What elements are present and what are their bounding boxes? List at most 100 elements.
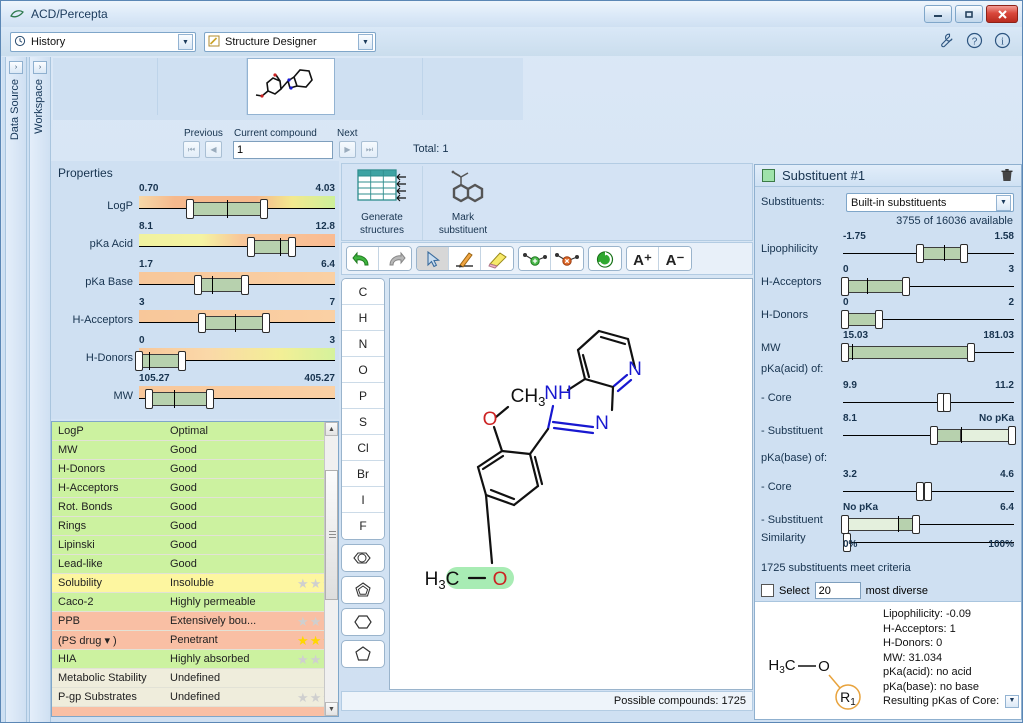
substituent-slider-h-donors[interactable]: H-Donors 0 2 xyxy=(755,297,1021,330)
table-row[interactable]: Metabolic Stability Undefined xyxy=(52,669,338,688)
first-compound-button[interactable]: ⏮ xyxy=(183,141,200,158)
rating-star[interactable]: ★ xyxy=(310,653,322,666)
scrollbar-thumb[interactable] xyxy=(325,470,338,600)
thumbnail-cell[interactable] xyxy=(158,58,247,115)
thumbnail-cell-selected[interactable] xyxy=(247,58,335,115)
table-row[interactable]: PPBExtensively bou...★★★ xyxy=(52,612,338,631)
substituent-slider--core[interactable]: - Core 9.9 11.2 xyxy=(755,380,1021,413)
refresh-cycle-icon[interactable] xyxy=(589,247,621,270)
table-row[interactable]: SolubilityInsoluble★★★ xyxy=(52,574,338,593)
slider-track[interactable] xyxy=(841,310,1014,330)
select-diverse-checkbox[interactable] xyxy=(761,584,774,597)
decrease-font-icon[interactable]: A⁻ xyxy=(659,247,691,270)
scroll-down-icon[interactable]: ▼ xyxy=(325,702,338,716)
slider-thumb-low[interactable] xyxy=(916,244,925,263)
property-slider-h-acceptors[interactable]: H-Acceptors 3 7 xyxy=(51,297,339,335)
wrench-icon[interactable] xyxy=(937,31,956,50)
property-slider-mw[interactable]: MW 105.27 405.27 xyxy=(51,373,339,411)
pencil-draw-icon[interactable] xyxy=(449,247,481,270)
close-button[interactable] xyxy=(986,5,1018,23)
eraser-icon[interactable] xyxy=(481,247,513,270)
slider-thumb-low[interactable] xyxy=(841,310,849,329)
chevron-down-icon[interactable]: ▼ xyxy=(996,194,1011,211)
table-row[interactable]: HIAHighly absorbed★★★ xyxy=(52,650,338,669)
increase-font-icon[interactable]: A⁺ xyxy=(627,247,659,270)
slider-thumb-high[interactable] xyxy=(260,199,269,219)
atom-button-p[interactable]: P xyxy=(342,383,384,409)
help-icon[interactable]: ? xyxy=(965,31,984,50)
sidebar-tab-workspace[interactable]: › Workspace xyxy=(29,57,51,722)
slider-track[interactable] xyxy=(139,386,335,409)
history-dropdown[interactable]: History ▼ xyxy=(10,32,196,52)
trash-icon[interactable] xyxy=(1001,169,1013,185)
sidebar-tab-data-source[interactable]: › Data Source xyxy=(5,57,27,722)
slider-thumb-low[interactable] xyxy=(841,277,849,296)
atom-button-s[interactable]: S xyxy=(342,409,384,435)
select-arrow-icon[interactable] xyxy=(417,247,449,270)
table-row[interactable]: Lipinski Good xyxy=(52,536,338,555)
slider-track[interactable] xyxy=(843,393,1014,413)
resulting-pkas-row[interactable]: Resulting pKas of Core: ▼ xyxy=(883,694,1019,709)
add-bond-icon[interactable] xyxy=(519,247,551,270)
table-scrollbar[interactable]: ▲ ▼ xyxy=(324,422,338,716)
atom-button-h[interactable]: H xyxy=(342,305,384,331)
thumbnail-cell[interactable] xyxy=(423,58,511,115)
slider-track[interactable] xyxy=(843,244,1014,264)
thumbnail-cell[interactable] xyxy=(335,58,423,115)
benzene-ring-icon[interactable] xyxy=(341,544,385,572)
slider-thumb-low[interactable] xyxy=(929,426,938,445)
chevron-down-icon[interactable]: ▼ xyxy=(178,34,193,50)
slider-thumb-high[interactable] xyxy=(205,389,214,409)
atom-button-cl[interactable]: Cl xyxy=(342,435,384,461)
slider-thumb-high[interactable] xyxy=(966,343,975,362)
chevron-down-icon[interactable]: ▼ xyxy=(1005,694,1019,708)
atom-button-o[interactable]: O xyxy=(342,357,384,383)
table-row[interactable]: LogP Optimal xyxy=(52,422,338,441)
slider-thumb-high[interactable] xyxy=(901,277,910,296)
atom-button-f[interactable]: F xyxy=(342,513,384,539)
slider-track[interactable] xyxy=(139,310,335,333)
property-slider-h-donors[interactable]: H-Donors 0 3 xyxy=(51,335,339,373)
slider-thumb-high[interactable] xyxy=(178,351,187,371)
slider-thumb-high[interactable] xyxy=(943,393,952,412)
expand-icon[interactable]: › xyxy=(9,61,23,74)
slider-track[interactable] xyxy=(139,234,335,257)
rating-star[interactable]: ★ xyxy=(297,691,309,704)
slider-track[interactable] xyxy=(135,348,335,371)
slider-thumb-high[interactable] xyxy=(924,482,933,501)
cyclopentadiene-ring-icon[interactable] xyxy=(341,576,385,604)
slider-thumb-low[interactable] xyxy=(135,351,143,371)
rating-star[interactable]: ★ xyxy=(297,653,309,666)
table-row[interactable]: (PS drug ▾ )Penetrant★★★ xyxy=(52,631,338,650)
table-row[interactable]: H-Donors Good xyxy=(52,460,338,479)
slider-track[interactable] xyxy=(139,196,335,219)
rating-star[interactable]: ★ xyxy=(297,634,309,647)
table-row[interactable]: Rings Good xyxy=(52,517,338,536)
redo-icon[interactable] xyxy=(379,247,411,270)
atom-button-br[interactable]: Br xyxy=(342,461,384,487)
atom-button-i[interactable]: I xyxy=(342,487,384,513)
slider-thumb-low[interactable] xyxy=(246,237,255,257)
slider-thumb-low[interactable] xyxy=(185,199,194,219)
substituent-slider-mw[interactable]: MW 15.03 181.03 xyxy=(755,330,1021,363)
property-slider-pka-base[interactable]: pKa Base 1.7 6.4 xyxy=(51,259,339,297)
structure-drawing-canvas[interactable]: N NH N O CH3 O H3C xyxy=(389,278,753,690)
mode-dropdown[interactable]: Structure Designer ▼ xyxy=(204,32,376,52)
slider-thumb-low[interactable] xyxy=(841,343,849,362)
table-row[interactable]: P-gp SubstratesUndefined★★★ xyxy=(52,688,338,707)
substituent-slider--core[interactable]: - Core 3.2 4.6 xyxy=(755,469,1021,502)
slider-thumb-high[interactable] xyxy=(240,275,249,295)
table-row[interactable]: Rot. Bonds Good xyxy=(52,498,338,517)
substituent-slider-h-acceptors[interactable]: H-Acceptors 0 3 xyxy=(755,264,1021,297)
slider-thumb-low[interactable] xyxy=(193,275,202,295)
table-row[interactable]: H-Acceptors Good xyxy=(52,479,338,498)
slider-thumb-low[interactable] xyxy=(916,482,925,501)
minimize-button[interactable] xyxy=(924,5,952,23)
atom-button-n[interactable]: N xyxy=(342,331,384,357)
property-slider-logp[interactable]: LogP 0.70 4.03 xyxy=(51,183,339,221)
substituent-slider--substituent[interactable]: - Substituent 8.1 No pKa xyxy=(755,413,1021,446)
slider-track[interactable] xyxy=(139,272,335,295)
rating-star[interactable]: ★ xyxy=(310,691,322,704)
slider-thumb-high[interactable] xyxy=(874,310,883,329)
previous-compound-button[interactable]: ◀ xyxy=(205,141,222,158)
